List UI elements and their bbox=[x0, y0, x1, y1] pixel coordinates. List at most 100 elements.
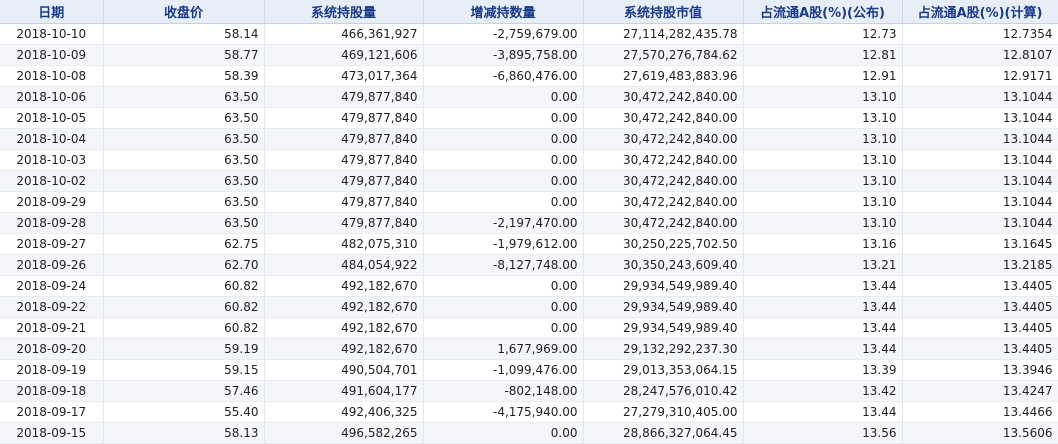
cell-close-price: 57.46 bbox=[103, 380, 265, 402]
cell-pct-calculated: 13.1044 bbox=[902, 191, 1058, 213]
header-market-value[interactable]: 系统持股市值 bbox=[583, 0, 744, 24]
table-row[interactable]: 2018-09-19 59.15 490,504,701 -1,099,476.00 2… bbox=[0, 359, 1058, 381]
header-shares-held[interactable]: 系统持股量 bbox=[264, 0, 424, 24]
cell-change-quantity: 0.00 bbox=[423, 422, 584, 444]
cell-change-quantity: 0.00 bbox=[423, 296, 584, 318]
cell-date: 2018-09-21 bbox=[0, 317, 104, 339]
cell-date: 2018-09-26 bbox=[0, 254, 104, 276]
table-row[interactable]: 2018-09-24 60.82 492,182,670 0.00 29,934,549… bbox=[0, 275, 1058, 297]
cell-pct-published: 13.44 bbox=[743, 338, 903, 360]
cell-change-quantity: 0.00 bbox=[423, 170, 584, 192]
cell-close-price: 63.50 bbox=[103, 107, 265, 129]
cell-pct-published: 13.16 bbox=[743, 233, 903, 255]
table-row[interactable]: 2018-09-17 55.40 492,406,325 -4,175,940.00 2… bbox=[0, 401, 1058, 423]
header-row: 日期 收盘价 系统持股量 增减持数量 系统持股市值 占流通A股(%)(公布) 占… bbox=[0, 0, 1058, 24]
cell-date: 2018-09-29 bbox=[0, 191, 104, 213]
cell-market-value: 28,247,576,010.42 bbox=[583, 380, 744, 402]
cell-close-price: 60.82 bbox=[103, 317, 265, 339]
table-row[interactable]: 2018-09-27 62.75 482,075,310 -1,979,612.00 3… bbox=[0, 233, 1058, 255]
cell-pct-published: 13.10 bbox=[743, 107, 903, 129]
table-row[interactable]: 2018-10-02 63.50 479,877,840 0.00 30,472,242… bbox=[0, 170, 1058, 192]
table-row[interactable]: 2018-10-08 58.39 473,017,364 -6,860,476.00 2… bbox=[0, 65, 1058, 87]
cell-shares-held: 479,877,840 bbox=[264, 191, 424, 213]
header-pct-published[interactable]: 占流通A股(%)(公布) bbox=[743, 0, 903, 24]
table-row[interactable]: 2018-09-21 60.82 492,182,670 0.00 29,934,549… bbox=[0, 317, 1058, 339]
table-row[interactable]: 2018-09-26 62.70 484,054,922 -8,127,748.00 3… bbox=[0, 254, 1058, 276]
table-row[interactable]: 2018-10-10 58.14 466,361,927 -2,759,679.00 2… bbox=[0, 23, 1058, 45]
header-change-quantity[interactable]: 增减持数量 bbox=[423, 0, 584, 24]
cell-pct-published: 13.39 bbox=[743, 359, 903, 381]
cell-pct-calculated: 12.9171 bbox=[902, 65, 1058, 87]
cell-pct-published: 13.44 bbox=[743, 317, 903, 339]
cell-change-quantity: 0.00 bbox=[423, 275, 584, 297]
cell-date: 2018-10-04 bbox=[0, 128, 104, 150]
cell-date: 2018-09-19 bbox=[0, 359, 104, 381]
cell-date: 2018-09-15 bbox=[0, 422, 104, 444]
header-close-price[interactable]: 收盘价 bbox=[103, 0, 265, 24]
cell-market-value: 30,250,225,702.50 bbox=[583, 233, 744, 255]
cell-pct-published: 13.56 bbox=[743, 422, 903, 444]
cell-close-price: 63.50 bbox=[103, 170, 265, 192]
cell-market-value: 30,472,242,840.00 bbox=[583, 128, 744, 150]
cell-change-quantity: 0.00 bbox=[423, 107, 584, 129]
cell-pct-calculated: 12.7354 bbox=[902, 23, 1058, 45]
cell-market-value: 30,472,242,840.00 bbox=[583, 212, 744, 234]
table-row[interactable]: 2018-10-04 63.50 479,877,840 0.00 30,472,242… bbox=[0, 128, 1058, 150]
cell-pct-published: 13.10 bbox=[743, 191, 903, 213]
header-date[interactable]: 日期 bbox=[0, 0, 104, 24]
cell-close-price: 55.40 bbox=[103, 401, 265, 423]
cell-change-quantity: -2,197,470.00 bbox=[423, 212, 584, 234]
cell-shares-held: 479,877,840 bbox=[264, 86, 424, 108]
table-body: 2018-10-10 58.14 466,361,927 -2,759,679.00 2… bbox=[0, 23, 1058, 444]
table-row[interactable]: 2018-09-29 63.50 479,877,840 0.00 30,472,242… bbox=[0, 191, 1058, 213]
cell-shares-held: 492,182,670 bbox=[264, 275, 424, 297]
cell-close-price: 58.14 bbox=[103, 23, 265, 45]
cell-shares-held: 469,121,606 bbox=[264, 44, 424, 66]
table-row[interactable]: 2018-10-03 63.50 479,877,840 0.00 30,472,242… bbox=[0, 149, 1058, 171]
cell-change-quantity: -6,860,476.00 bbox=[423, 65, 584, 87]
table-row[interactable]: 2018-10-09 58.77 469,121,606 -3,895,758.00 2… bbox=[0, 44, 1058, 66]
table-row[interactable]: 2018-09-18 57.46 491,604,177 -802,148.00 28,… bbox=[0, 380, 1058, 402]
cell-close-price: 63.50 bbox=[103, 128, 265, 150]
cell-change-quantity: -3,895,758.00 bbox=[423, 44, 584, 66]
cell-pct-published: 13.44 bbox=[743, 296, 903, 318]
cell-pct-published: 13.10 bbox=[743, 170, 903, 192]
cell-market-value: 30,472,242,840.00 bbox=[583, 86, 744, 108]
table-row[interactable]: 2018-09-22 60.82 492,182,670 0.00 29,934,549… bbox=[0, 296, 1058, 318]
cell-change-quantity: 0.00 bbox=[423, 86, 584, 108]
cell-date: 2018-09-22 bbox=[0, 296, 104, 318]
cell-change-quantity: 1,677,969.00 bbox=[423, 338, 584, 360]
cell-close-price: 63.50 bbox=[103, 149, 265, 171]
cell-change-quantity: -1,979,612.00 bbox=[423, 233, 584, 255]
cell-pct-calculated: 12.8107 bbox=[902, 44, 1058, 66]
cell-close-price: 63.50 bbox=[103, 191, 265, 213]
cell-pct-calculated: 13.1044 bbox=[902, 170, 1058, 192]
cell-market-value: 29,934,549,989.40 bbox=[583, 275, 744, 297]
cell-close-price: 59.15 bbox=[103, 359, 265, 381]
cell-shares-held: 479,877,840 bbox=[264, 212, 424, 234]
header-pct-calculated[interactable]: 占流通A股(%)(计算) bbox=[902, 0, 1058, 24]
cell-change-quantity: -4,175,940.00 bbox=[423, 401, 584, 423]
cell-change-quantity: 0.00 bbox=[423, 128, 584, 150]
cell-pct-published: 13.10 bbox=[743, 212, 903, 234]
cell-pct-published: 13.10 bbox=[743, 86, 903, 108]
cell-close-price: 62.70 bbox=[103, 254, 265, 276]
cell-change-quantity: -2,759,679.00 bbox=[423, 23, 584, 45]
cell-shares-held: 492,406,325 bbox=[264, 401, 424, 423]
cell-market-value: 29,934,549,989.40 bbox=[583, 296, 744, 318]
cell-shares-held: 496,582,265 bbox=[264, 422, 424, 444]
cell-shares-held: 482,075,310 bbox=[264, 233, 424, 255]
cell-shares-held: 473,017,364 bbox=[264, 65, 424, 87]
table-row[interactable]: 2018-10-05 63.50 479,877,840 0.00 30,472,242… bbox=[0, 107, 1058, 129]
cell-pct-published: 12.81 bbox=[743, 44, 903, 66]
table-row[interactable]: 2018-09-20 59.19 492,182,670 1,677,969.00 29… bbox=[0, 338, 1058, 360]
table-row[interactable]: 2018-10-06 63.50 479,877,840 0.00 30,472,242… bbox=[0, 86, 1058, 108]
cell-change-quantity: -802,148.00 bbox=[423, 380, 584, 402]
cell-date: 2018-09-20 bbox=[0, 338, 104, 360]
cell-pct-calculated: 13.1044 bbox=[902, 149, 1058, 171]
cell-market-value: 27,114,282,435.78 bbox=[583, 23, 744, 45]
cell-shares-held: 491,604,177 bbox=[264, 380, 424, 402]
table-row[interactable]: 2018-09-15 58.13 496,582,265 0.00 28,866,327… bbox=[0, 422, 1058, 444]
table-row[interactable]: 2018-09-28 63.50 479,877,840 -2,197,470.00 3… bbox=[0, 212, 1058, 234]
cell-pct-calculated: 13.5606 bbox=[902, 422, 1058, 444]
